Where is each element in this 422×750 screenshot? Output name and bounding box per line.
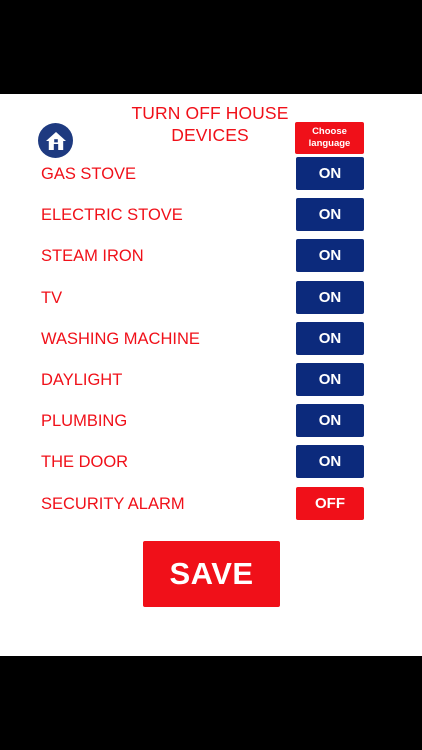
choose-language-button[interactable]: Choose language <box>295 122 364 154</box>
device-row-washing-machine: WASHING MACHINE ON <box>0 321 422 362</box>
device-row-gas-stove: GAS STOVE ON <box>0 156 422 197</box>
toggle-button[interactable]: OFF <box>296 486 364 520</box>
device-label: SECURITY ALARM <box>41 494 185 513</box>
device-row-the-door: THE DOOR ON <box>0 444 422 485</box>
page-title: TURN OFF HOUSE DEVICES <box>120 102 300 146</box>
device-row-plumbing: PLUMBING ON <box>0 403 422 444</box>
device-label: DAYLIGHT <box>41 370 123 389</box>
toggle-button[interactable]: ON <box>296 362 364 396</box>
toggle-button[interactable]: ON <box>296 445 364 479</box>
toggle-button[interactable]: ON <box>296 239 364 273</box>
choose-language-line1: Choose <box>312 126 347 137</box>
device-label: GAS STOVE <box>41 165 137 183</box>
device-row-daylight: DAYLIGHT ON <box>0 362 422 403</box>
toggle-button[interactable]: ON <box>296 280 364 314</box>
device-row-security-alarm: SECURITY ALARM OFF <box>0 486 422 527</box>
home-button[interactable] <box>38 123 73 158</box>
toggle-button[interactable]: ON <box>296 157 364 190</box>
toggle-button[interactable]: ON <box>296 404 364 438</box>
device-label: WASHING MACHINE <box>41 329 200 348</box>
home-icon <box>45 131 67 151</box>
app-screen: TURN OFF HOUSE DEVICES Choose language G… <box>0 94 422 656</box>
device-label: TV <box>41 288 63 307</box>
device-row-tv: TV ON <box>0 280 422 321</box>
device-row-steam-iron: STEAM IRON ON <box>0 238 422 279</box>
device-label: STEAM IRON <box>41 247 144 266</box>
page-title-line1: TURN OFF HOUSE <box>131 103 289 123</box>
device-row-electric-stove: ELECTRIC STOVE ON <box>0 197 422 238</box>
choose-language-line2: language <box>308 138 351 149</box>
toggle-button[interactable]: ON <box>296 321 364 355</box>
page-title-line2: DEVICES <box>171 125 249 145</box>
device-label: PLUMBING <box>41 412 128 431</box>
device-label: ELECTRIC STOVE <box>41 206 183 225</box>
device-list: GAS STOVE ON ELECTRIC STOVE ON STEAM IRO… <box>0 156 422 527</box>
device-label: THE DOOR <box>41 453 129 472</box>
toggle-button[interactable]: ON <box>296 198 364 232</box>
save-button[interactable]: SAVE <box>143 541 280 607</box>
